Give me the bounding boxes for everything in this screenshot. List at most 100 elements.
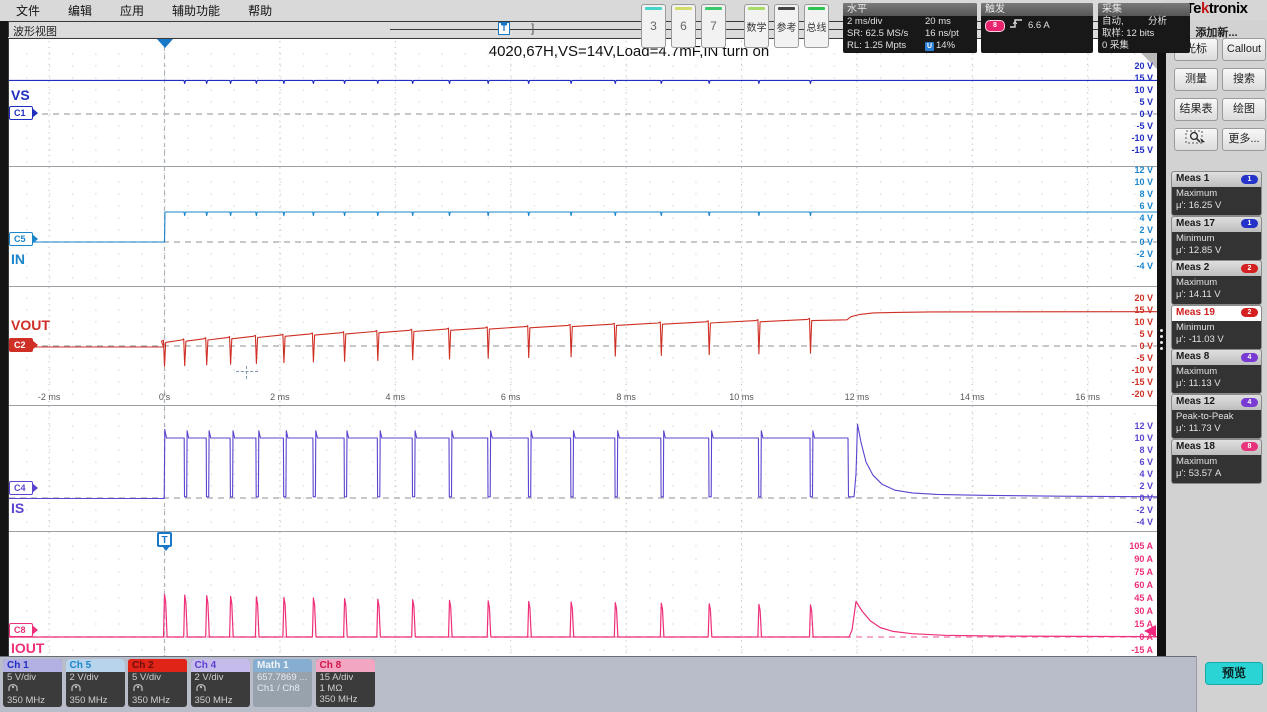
axis-label: -15 V bbox=[1107, 378, 1153, 387]
add-channel-label: 6 bbox=[672, 19, 695, 33]
add-channel-button-6[interactable]: 6 bbox=[671, 4, 696, 48]
sidebar-button-绘图[interactable]: 绘图 bbox=[1222, 98, 1266, 121]
add-channel-button-参考[interactable]: 参考 bbox=[774, 4, 799, 48]
channel-scale: 2 V/div bbox=[66, 672, 125, 683]
time-label: 4 ms bbox=[386, 392, 406, 402]
meas-source-badge: 4 bbox=[1241, 353, 1258, 362]
channel-badge-header: Ch 4 bbox=[191, 659, 250, 672]
channel-scale: 15 A/div bbox=[316, 672, 375, 683]
sidebar-button-zoom[interactable] bbox=[1174, 128, 1218, 151]
channel-name-is: IS bbox=[11, 500, 24, 516]
meas-source-badge: 4 bbox=[1241, 398, 1258, 407]
channel-tag-c5[interactable]: C5 bbox=[9, 232, 33, 246]
axis-label: 20 V bbox=[1107, 62, 1153, 71]
menu-item-辅助功能[interactable]: 辅助功能 bbox=[172, 2, 220, 19]
horizontal-title: 水平 bbox=[843, 3, 977, 16]
sidebar-button-更多...[interactable]: 更多... bbox=[1222, 128, 1266, 151]
meas-card-header: Meas 192 bbox=[1172, 306, 1261, 321]
probe-icon bbox=[128, 683, 187, 695]
channel-tag-c1[interactable]: C1 bbox=[9, 106, 33, 120]
trace-vout bbox=[9, 312, 1157, 367]
meas-card-body: Maximumμ': 53.57 A bbox=[1172, 455, 1261, 483]
channel-badge-header: Ch 5 bbox=[66, 659, 125, 672]
channel-tag-c2[interactable]: C2 bbox=[9, 338, 33, 352]
axis-label: 8 V bbox=[1107, 190, 1153, 199]
channel-badge-ch8[interactable]: Ch 815 A/div1 MΩ350 MHz bbox=[316, 659, 375, 707]
meas-name: Meas 1 bbox=[1176, 173, 1209, 184]
time-label: 0's bbox=[159, 392, 170, 402]
menu-item-帮助[interactable]: 帮助 bbox=[248, 2, 272, 19]
acquisition-panel[interactable]: 采集自动,分析取样: 12 bits0 采集 bbox=[1098, 3, 1190, 53]
menu-item-编辑[interactable]: 编辑 bbox=[68, 2, 92, 19]
horizontal-panel[interactable]: 水平2 ms/div20 msSR: 62.5 MS/s16 ns/ptRL: … bbox=[843, 3, 977, 53]
channel-badge-math1[interactable]: Math 1657.7869 ...Ch1 / Ch8 bbox=[253, 659, 312, 707]
trigger-t-marker[interactable]: T bbox=[157, 532, 172, 547]
trigger-row: 86.6 A bbox=[981, 18, 1093, 33]
sidebar-button-结果表[interactable]: 结果表 bbox=[1174, 98, 1218, 121]
add-channel-label: 7 bbox=[702, 19, 725, 33]
meas-card-header: Meas 22 bbox=[1172, 261, 1261, 276]
channel-badge-ch1[interactable]: Ch 15 V/div350 MHz bbox=[3, 659, 62, 707]
time-label: 16 ms bbox=[1075, 392, 1100, 402]
axis-label: 0 V bbox=[1107, 494, 1153, 503]
channel-badge-ch5[interactable]: Ch 52 V/div350 MHz bbox=[66, 659, 125, 707]
meas-card-body: Maximumμ': 14.11 V bbox=[1172, 276, 1261, 304]
channel-info: 1 MΩ bbox=[316, 683, 375, 694]
channel-badge-ch4[interactable]: Ch 42 V/div350 MHz bbox=[191, 659, 250, 707]
menu-item-文件[interactable]: 文件 bbox=[16, 2, 40, 19]
meas-card-meas1[interactable]: Meas 11Maximumμ': 16.25 V bbox=[1171, 171, 1262, 216]
sidebar-button-搜索[interactable]: 搜索 bbox=[1222, 68, 1266, 91]
panel-divider-strip[interactable] bbox=[1157, 21, 1166, 656]
add-channel-button-总线[interactable]: 总线 bbox=[804, 4, 829, 48]
axis-label: -5 V bbox=[1107, 354, 1153, 363]
meas-card-meas8[interactable]: Meas 84Maximumμ': 11.13 V bbox=[1171, 349, 1262, 394]
channel-info: Ch1 / Ch8 bbox=[253, 683, 312, 694]
channel-tag-c8[interactable]: C8 bbox=[9, 623, 33, 637]
overview-zoom-bracket[interactable]: ] bbox=[531, 21, 534, 35]
oscilloscope-app: 文件编辑应用辅助功能帮助 Tektronix 波形视图 T ] 4020,67H… bbox=[0, 0, 1267, 712]
menu-item-应用[interactable]: 应用 bbox=[120, 2, 144, 19]
horizontal-col1: 2 ms/div bbox=[847, 16, 925, 28]
waveform-canvas bbox=[9, 39, 1158, 656]
axis-label: 2 V bbox=[1107, 482, 1153, 491]
axis-label: 30 A bbox=[1107, 607, 1153, 616]
meas-card-meas17[interactable]: Meas 171Minimumμ': 12.85 V bbox=[1171, 216, 1262, 261]
channel-badge-ch2[interactable]: Ch 25 V/div350 MHz bbox=[128, 659, 187, 707]
meas-card-meas19[interactable]: Meas 192Minimumμ': -11.03 V bbox=[1171, 305, 1262, 350]
meas-card-meas12[interactable]: Meas 124Peak-to-Peakμ': 11.73 V bbox=[1171, 394, 1262, 439]
axis-label: -15 A bbox=[1107, 646, 1153, 655]
channel-name-in: IN bbox=[11, 251, 25, 267]
axis-label: 10 V bbox=[1107, 86, 1153, 95]
trigger-panel[interactable]: 触发86.6 A bbox=[981, 3, 1093, 53]
axis-label: -2 V bbox=[1107, 250, 1153, 259]
trigger-position-icon[interactable] bbox=[157, 39, 173, 48]
channel-tag-c4[interactable]: C4 bbox=[9, 481, 33, 495]
sidebar-button-测量[interactable]: 测量 bbox=[1174, 68, 1218, 91]
meas-card-header: Meas 11 bbox=[1172, 172, 1261, 187]
trace-iout bbox=[9, 595, 1157, 638]
channel-info: 350 MHz bbox=[316, 694, 375, 705]
meas-card-header: Meas 171 bbox=[1172, 217, 1261, 232]
overview-trigger-marker[interactable]: T bbox=[498, 22, 510, 35]
channel-info: 350 MHz bbox=[3, 695, 62, 706]
axis-label: 15 A bbox=[1107, 620, 1153, 629]
add-channel-button-7[interactable]: 7 bbox=[701, 4, 726, 48]
waveform-display[interactable]: 4020,67H,VS=14V,Load=4.7mF,IN turn on T … bbox=[8, 38, 1159, 657]
meas-value: μ': 11.13 V bbox=[1176, 378, 1257, 390]
add-channel-button-数学[interactable]: 数学 bbox=[744, 4, 769, 48]
probe-icon bbox=[70, 683, 82, 692]
horizontal-row: SR: 62.5 MS/s16 ns/pt bbox=[843, 28, 977, 40]
sidebar-button-Callout[interactable]: Callout bbox=[1222, 38, 1266, 61]
axis-label: 0 A bbox=[1107, 633, 1153, 642]
meas-card-header: Meas 188 bbox=[1172, 440, 1261, 455]
window-left-edge bbox=[0, 21, 8, 656]
add-channel-button-3[interactable]: 3 bbox=[641, 4, 666, 48]
meas-card-meas18[interactable]: Meas 188Maximumμ': 53.57 A bbox=[1171, 439, 1262, 484]
channel-color-stripe bbox=[675, 7, 692, 10]
horizontal-col2: 16 ns/pt bbox=[925, 28, 959, 40]
channel-name-vs: VS bbox=[11, 87, 30, 103]
meas-stat: Maximum bbox=[1176, 456, 1257, 468]
axis-label: 10 V bbox=[1107, 318, 1153, 327]
preview-button[interactable]: 预览 bbox=[1205, 662, 1263, 685]
meas-card-meas2[interactable]: Meas 22Maximumμ': 14.11 V bbox=[1171, 260, 1262, 305]
